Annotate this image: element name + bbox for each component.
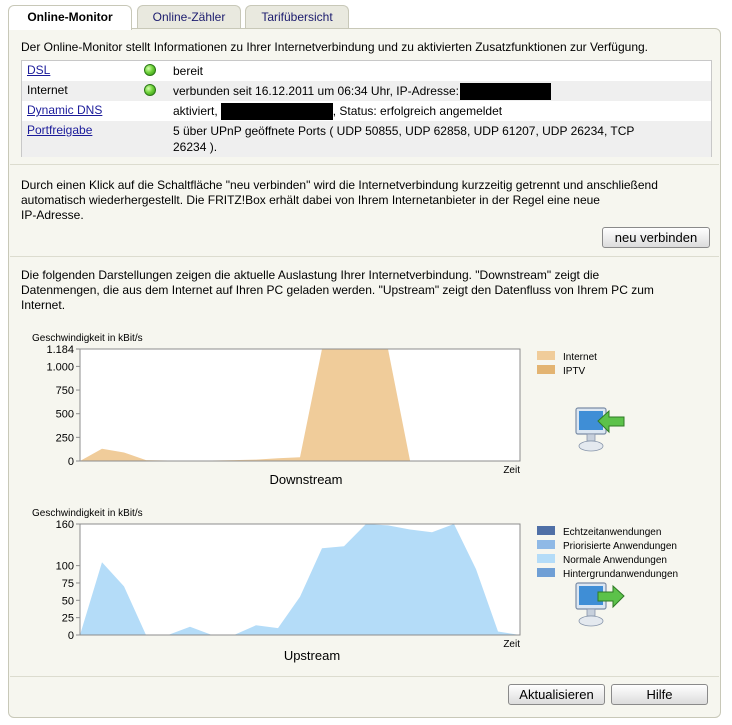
upstream-ytick-label-5: 160 <box>56 519 74 531</box>
upstream-legend-swatch-2 <box>537 554 555 563</box>
upstream-legend-swatch-1 <box>537 540 555 549</box>
downstream-legend-label-0: Internet <box>563 352 597 363</box>
upstream-xlabel: Zeit <box>503 639 520 650</box>
upstream-ytick-label-0: 0 <box>68 630 74 642</box>
upstream-ylabel: Geschwindigkeit in kBit/s <box>32 508 143 519</box>
upstream-legend-label-0: Echtzeitanwendungen <box>563 527 661 538</box>
downstream-ytick-label-5: 1.184 <box>46 344 74 356</box>
upstream-title: Upstream <box>284 648 340 663</box>
downstream-monitor-base-icon <box>578 440 604 452</box>
downstream-legend-swatch-1 <box>537 365 555 374</box>
upstream-legend-label-2: Normale Anwendungen <box>563 555 667 566</box>
downstream-ytick-label-1: 250 <box>56 432 74 444</box>
downstream-ytick-label-3: 750 <box>56 385 74 397</box>
downstream-ytick-label-2: 500 <box>56 409 74 421</box>
upstream-legend-swatch-3 <box>537 568 555 577</box>
upstream-ytick-label-2: 50 <box>62 595 74 607</box>
downstream-monitor-stand-icon <box>586 433 596 442</box>
downstream-legend-swatch-0 <box>537 351 555 360</box>
upstream-monitor-stand-icon <box>586 608 596 617</box>
upstream-ytick-label-3: 75 <box>62 578 74 590</box>
downstream-plot-area <box>79 348 521 462</box>
upstream-legend-label-3: Hintergrundanwendungen <box>563 569 678 580</box>
upstream-legend-swatch-0 <box>537 526 555 535</box>
upstream-monitor-base-icon <box>578 615 604 627</box>
tab-online-monitor[interactable]: Online-Monitor <box>8 5 132 30</box>
downstream-xlabel: Zeit <box>503 465 520 476</box>
downstream-title: Downstream <box>270 472 343 487</box>
downstream-ytick-label-0: 0 <box>68 456 74 468</box>
charts-canvas: 02505007501.0001.184Geschwindigkeit in k… <box>32 333 678 663</box>
downstream-ylabel: Geschwindigkeit in kBit/s <box>32 333 143 344</box>
upstream-ytick-label-4: 100 <box>56 561 74 573</box>
upstream-ytick-label-1: 25 <box>62 613 74 625</box>
downstream-ytick-label-4: 1.000 <box>46 361 74 373</box>
downstream-legend-label-1: IPTV <box>563 366 586 377</box>
upstream-legend-label-1: Priorisierte Anwendungen <box>563 541 677 552</box>
